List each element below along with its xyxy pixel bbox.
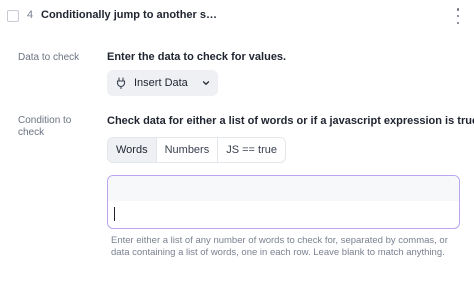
condition-label: Condition to check	[18, 115, 72, 138]
help-text: Enter either a list of any number of wor…	[111, 235, 448, 258]
insert-data-button[interactable]: Insert Data	[107, 70, 218, 96]
option-numbers[interactable]: Numbers	[157, 138, 219, 162]
words-input[interactable]	[107, 175, 460, 229]
text-caret	[114, 207, 115, 221]
kebab-menu-icon[interactable]	[452, 8, 464, 24]
condition-type-selector: Words Numbers JS == true	[107, 137, 286, 163]
step-header: 4 Conditionally jump to another s…	[0, 0, 474, 34]
option-words[interactable]: Words	[108, 138, 157, 162]
condition-description: Check data for either a list of words or…	[107, 115, 474, 127]
step-number: 4	[27, 9, 34, 21]
step-title[interactable]: Conditionally jump to another s…	[41, 9, 217, 21]
option-js-true[interactable]: JS == true	[218, 138, 285, 162]
input-toolbar	[108, 176, 459, 201]
chevron-down-icon	[202, 81, 210, 85]
data-to-check-description: Enter the data to check for values.	[107, 51, 287, 63]
step-checkbox[interactable]	[7, 10, 19, 22]
data-to-check-label: Data to check	[18, 52, 80, 63]
plug-icon	[116, 77, 126, 89]
insert-data-label: Insert Data	[134, 77, 188, 89]
